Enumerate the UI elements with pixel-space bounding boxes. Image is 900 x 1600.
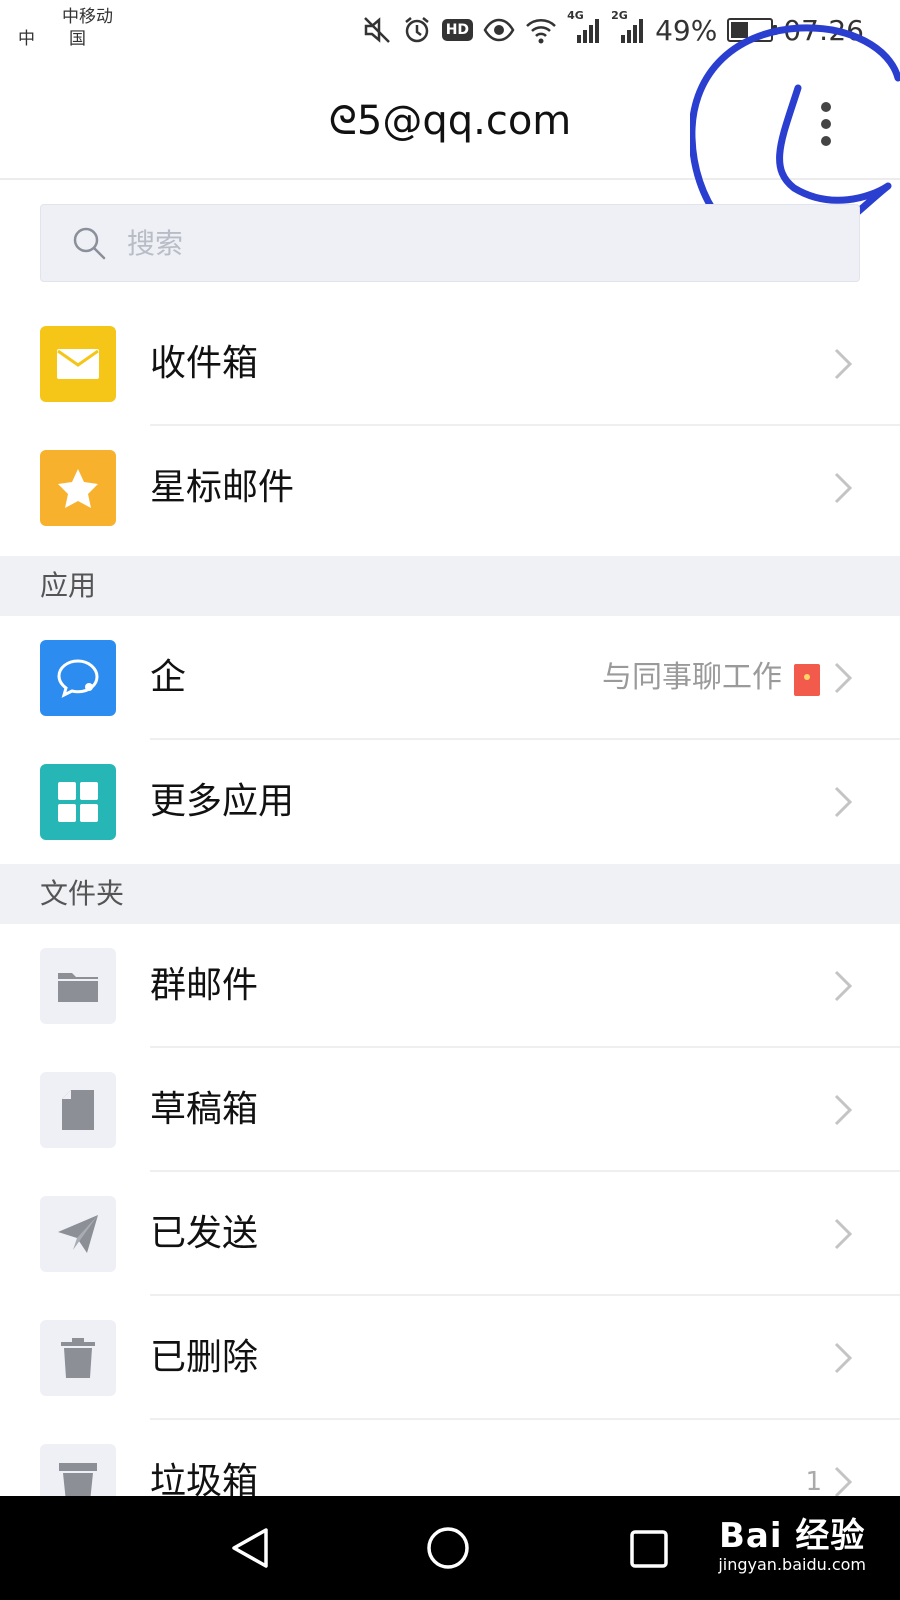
list-item-work-chat[interactable]: 企 与同事聊工作: [0, 616, 900, 740]
status-bar: 中移动 中国 HD 4G 2G 49% 07:26: [0, 0, 900, 64]
trash-icon: [40, 1320, 116, 1396]
list-item-label: 企: [150, 657, 187, 698]
section-header-folders: 文件夹: [0, 864, 900, 924]
list-item-drafts[interactable]: 草稿箱: [0, 1048, 900, 1172]
search-icon: [73, 227, 106, 260]
chevron-right-icon: [834, 970, 853, 1002]
signal-4g-icon: 4G: [567, 9, 601, 45]
back-triangle-icon[interactable]: [228, 1526, 272, 1570]
list-item-starred[interactable]: 星标邮件: [0, 426, 900, 550]
wifi-icon: [526, 19, 556, 44]
list-item-group-mail[interactable]: 群邮件: [0, 924, 900, 1048]
chevron-right-icon: [834, 1094, 853, 1126]
chevron-right-icon: [834, 786, 853, 818]
recent-apps-square-icon[interactable]: [630, 1530, 668, 1568]
status-icons: HD 4G 2G 49% 07:26: [362, 9, 864, 48]
battery-icon: [727, 18, 778, 42]
carrier-label: 中移动 中国: [18, 6, 120, 50]
baidu-watermark: Bai 经验 jingyan.baidu.com: [718, 1508, 866, 1574]
more-dot-icon: [821, 102, 831, 112]
chevron-right-icon: [834, 1218, 853, 1250]
list-item-label: 星标邮件: [150, 467, 295, 508]
watermark-url: jingyan.baidu.com: [718, 1555, 866, 1574]
list-item-inbox[interactable]: 收件箱: [0, 302, 900, 426]
folder-icon: [40, 948, 116, 1024]
red-packet-icon: [794, 664, 820, 696]
mute-icon: [363, 17, 390, 43]
search-bar[interactable]: [40, 204, 860, 282]
signal-2g-icon: 2G: [611, 9, 645, 45]
section-title: 应用: [40, 569, 97, 602]
clock: 07:26: [783, 13, 864, 47]
grid-icon: [40, 764, 116, 840]
hd-icon: HD: [441, 19, 474, 41]
list-item-label: 更多应用: [150, 781, 295, 822]
app-hint-text: 与同事聊工作: [602, 660, 782, 695]
home-circle-icon[interactable]: [426, 1526, 470, 1570]
chat-bubble-icon: [40, 640, 116, 716]
chevron-right-icon: [834, 1466, 853, 1498]
app-header: ᘓ5@qq.com: [0, 64, 900, 180]
envelope-icon: [40, 326, 116, 402]
chevron-right-icon: [834, 472, 853, 504]
carrier-line-1: 中移动: [62, 7, 113, 27]
more-options-button[interactable]: [798, 92, 854, 156]
more-dot-icon: [821, 136, 831, 146]
chevron-right-icon: [834, 348, 853, 380]
alarm-icon: [404, 17, 429, 43]
list-item-label: 草稿箱: [150, 1089, 259, 1130]
watermark-title: Bai 经验: [718, 1516, 866, 1556]
section-title: 文件夹: [40, 877, 125, 910]
carrier-line-2: 中国: [18, 29, 120, 49]
chevron-right-icon: [834, 1342, 853, 1374]
list-item-deleted[interactable]: 已删除: [0, 1296, 900, 1420]
chevron-right-icon: [834, 662, 853, 694]
paper-plane-icon: [40, 1196, 116, 1272]
list-item-sent[interactable]: 已发送: [0, 1172, 900, 1296]
list-item-label: 已删除: [150, 1337, 259, 1378]
search-input[interactable]: [125, 225, 829, 261]
list-item-label: 收件箱: [150, 343, 259, 384]
draft-icon: [40, 1072, 116, 1148]
list-item-label: 群邮件: [150, 965, 259, 1006]
list-item-more-apps[interactable]: 更多应用: [0, 740, 900, 864]
more-dot-icon: [821, 119, 831, 129]
list-item-label: 已发送: [150, 1213, 259, 1254]
system-nav-bar: Bai 经验 jingyan.baidu.com: [0, 1496, 900, 1600]
battery-percent: 49%: [655, 13, 718, 47]
section-header-apps: 应用: [0, 556, 900, 616]
eye-icon: [483, 18, 515, 42]
account-title: ᘓ5@qq.com: [328, 98, 572, 144]
star-icon: [40, 450, 116, 526]
